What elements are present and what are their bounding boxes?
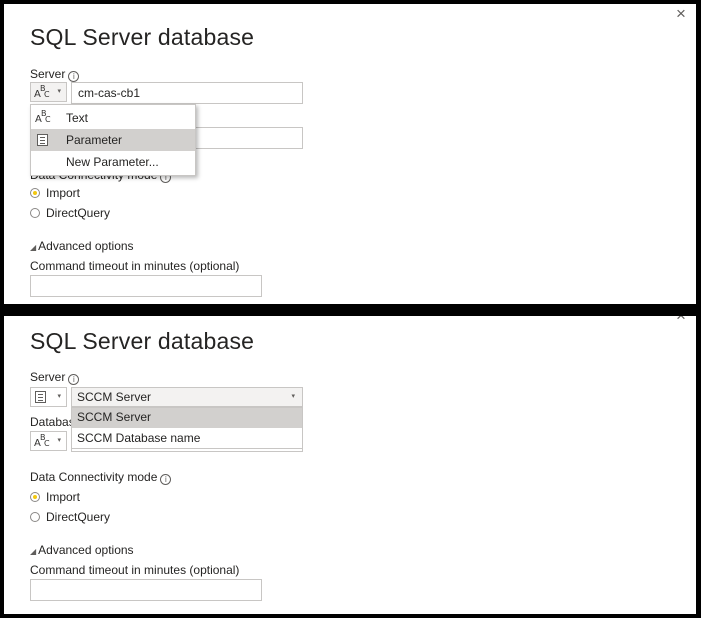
timeout-label: Command timeout in minutes (optional) — [30, 563, 240, 577]
connectivity-label: Data Connectivity modei — [30, 470, 172, 485]
expand-triangle-icon: ◢ — [30, 547, 37, 556]
advanced-options-toggle[interactable]: ◢ Advanced options — [30, 239, 134, 253]
option-sccm-server[interactable]: SCCM Server — [72, 408, 302, 428]
expand-triangle-icon: ◢ — [30, 243, 37, 252]
dialog-title: SQL Server database — [30, 24, 255, 50]
option-sccm-database-name[interactable]: SCCM Database name — [72, 429, 302, 449]
info-icon[interactable]: i — [68, 374, 80, 385]
menu-item-text[interactable]: ABC Text — [31, 107, 195, 129]
radio-selected-icon — [30, 492, 40, 502]
timeout-label: Command timeout in minutes (optional) — [30, 259, 240, 273]
dialog-title: SQL Server database — [30, 328, 255, 354]
menu-item-new-parameter[interactable]: New Parameter... — [31, 151, 195, 173]
abc-icon: ABC — [34, 433, 50, 449]
database-label: Databas — [30, 415, 75, 429]
server-options-list: SCCM Server SCCM Database name — [71, 407, 303, 449]
chevron-down-icon: ▾ — [57, 88, 61, 95]
advanced-options-toggle[interactable]: ◢ Advanced options — [30, 543, 134, 557]
chevron-down-icon: ▾ — [291, 393, 295, 400]
server-label: Server i — [30, 67, 80, 82]
close-icon[interactable]: × — [676, 4, 686, 24]
timeout-input[interactable] — [30, 579, 262, 601]
server-type-button[interactable]: ▾ — [30, 387, 67, 407]
timeout-input[interactable] — [30, 275, 262, 297]
radio-directquery[interactable]: DirectQuery — [30, 206, 110, 220]
database-type-button[interactable]: ABC ▾ — [30, 431, 67, 451]
radio-selected-icon — [30, 188, 40, 198]
abc-icon: ABC — [34, 84, 50, 100]
info-icon[interactable]: i — [160, 474, 172, 485]
radio-directquery[interactable]: DirectQuery — [30, 510, 110, 524]
menu-item-parameter[interactable]: Parameter — [31, 129, 195, 151]
type-menu: ABC Text Parameter New Parameter... — [30, 104, 196, 176]
info-icon[interactable]: i — [68, 71, 80, 82]
sql-dialog-bottom: × SQL Server database Serveri ▾ SCCM Ser… — [4, 316, 696, 614]
abc-icon: ABC — [35, 109, 51, 125]
sql-dialog-top: SQL Server database × Serveri ABC ▾ Data… — [4, 4, 696, 304]
radio-import[interactable]: Import — [30, 186, 80, 200]
chevron-down-icon: ▾ — [57, 393, 61, 400]
parameter-icon — [37, 134, 48, 146]
server-input[interactable] — [71, 82, 303, 104]
server-label: Server i — [30, 370, 80, 385]
close-icon[interactable]: × — [676, 316, 686, 326]
radio-import[interactable]: Import — [30, 490, 80, 504]
server-parameter-select[interactable]: SCCM Server ▾ — [71, 387, 303, 407]
parameter-icon — [35, 391, 46, 403]
chevron-down-icon: ▾ — [57, 437, 61, 444]
server-type-button[interactable]: ABC ▾ — [30, 82, 67, 102]
radio-unselected-icon — [30, 512, 40, 522]
radio-unselected-icon — [30, 208, 40, 218]
